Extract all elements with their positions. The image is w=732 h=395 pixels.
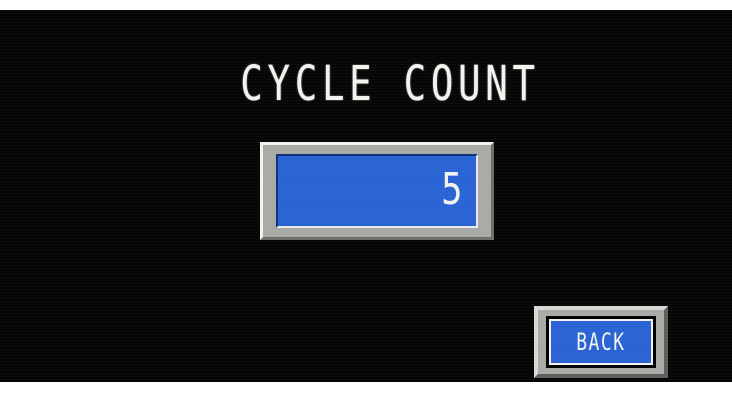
hmi-screen: CYCLE COUNT 5 BACK [0, 10, 732, 382]
back-button-face[interactable]: BACK [549, 319, 653, 365]
back-button-border: BACK [546, 316, 656, 368]
back-button-label: BACK [576, 328, 626, 356]
cycle-count-field[interactable]: 5 [260, 142, 494, 240]
cycle-count-value-box[interactable]: 5 [276, 154, 478, 228]
screen-title: CYCLE COUNT [240, 56, 540, 112]
cycle-count-value: 5 [440, 164, 462, 215]
back-button[interactable]: BACK [534, 306, 668, 378]
